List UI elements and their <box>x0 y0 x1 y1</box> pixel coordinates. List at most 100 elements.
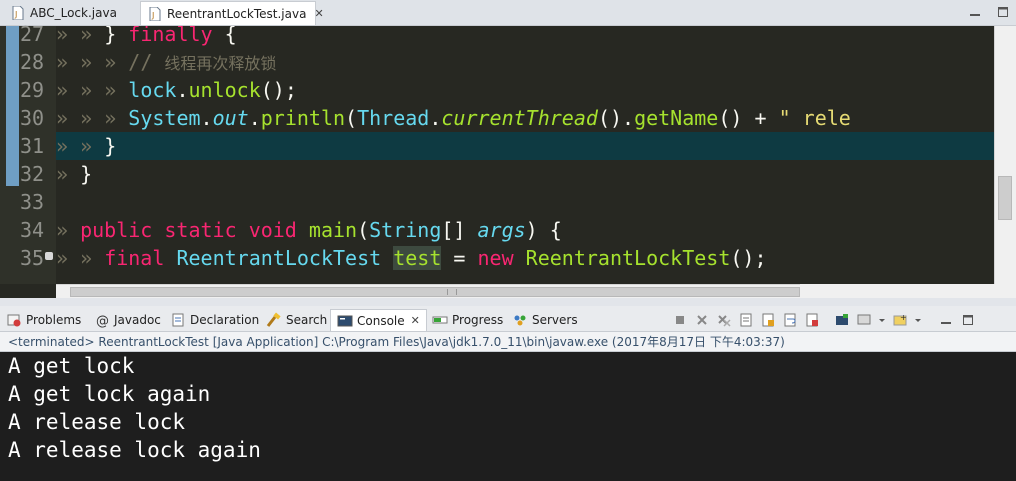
problems-icon <box>6 312 22 328</box>
close-tab-icon[interactable]: ✕ <box>411 314 420 327</box>
code-token: » <box>80 78 105 102</box>
chevron-down-icon[interactable] <box>878 312 886 328</box>
code-token: » <box>56 78 81 102</box>
code-token: » <box>104 106 129 130</box>
chevron-down-icon[interactable] <box>914 312 922 328</box>
line-number: 32 <box>20 162 45 186</box>
maximize-icon[interactable] <box>960 312 976 328</box>
code-token: . <box>200 106 213 130</box>
remove-all-terminated-icon[interactable] <box>716 312 732 328</box>
console-output[interactable]: A get lock A get lock again A release lo… <box>0 352 1016 481</box>
tab-search[interactable]: Search <box>266 309 327 331</box>
code-token: args <box>477 218 526 242</box>
tab-javadoc[interactable]: @ Javadoc <box>94 309 161 331</box>
tab-reentrant-lock-test[interactable]: J ReentrantLockTest.java ✕ <box>140 1 324 25</box>
code-token: » <box>80 106 105 130</box>
code-token: String <box>369 218 442 242</box>
code-token: » <box>56 134 81 158</box>
code-token: final <box>104 246 165 270</box>
code-token: = <box>441 246 478 270</box>
tab-label: ReentrantLockTest.java <box>167 6 307 21</box>
panel-splitter[interactable] <box>0 298 1016 306</box>
clear-console-icon[interactable] <box>738 312 754 328</box>
tab-label: Console <box>357 313 405 328</box>
code-token: ) { <box>525 218 562 242</box>
search-icon <box>266 312 282 328</box>
terminate-icon[interactable] <box>672 312 688 328</box>
minimize-icon[interactable] <box>968 4 982 18</box>
scroll-lock-icon[interactable] <box>760 312 776 328</box>
code-token: (). <box>597 106 635 130</box>
show-on-output-icon[interactable] <box>804 312 820 328</box>
code-token: void <box>248 218 297 242</box>
code-token: " rele <box>778 106 851 130</box>
code-area[interactable]: » » } finally { » » » // 线程再次释放锁 » » » l… <box>56 26 994 284</box>
code-token: new <box>477 246 514 270</box>
tab-label: Servers <box>532 313 578 327</box>
line-number: 34 <box>20 218 45 242</box>
tab-label: Declaration <box>190 313 260 327</box>
tab-problems[interactable]: Problems <box>6 309 81 331</box>
code-token: // <box>128 50 165 74</box>
tab-declaration[interactable]: Declaration <box>170 309 259 331</box>
code-token: 线程再次释放锁 <box>164 54 277 73</box>
code-token: { <box>212 26 237 46</box>
line-number: 27 <box>20 22 45 46</box>
word-wrap-icon[interactable] <box>782 312 798 328</box>
console-status: <terminated> ReentrantLockTest [Java App… <box>0 332 1016 352</box>
svg-text:J: J <box>14 10 17 19</box>
code-token: » <box>56 26 81 46</box>
code-line: » public static void main(String[] args)… <box>56 216 994 244</box>
code-token: main <box>308 218 358 242</box>
tab-servers[interactable]: Servers <box>512 309 578 331</box>
grip-icon <box>447 289 457 295</box>
code-editor[interactable]: 27 28 29 30 31 32 33 34 35 » » } finally… <box>0 22 1016 298</box>
code-line: » » final ReentrantLockTest test = new R… <box>56 244 994 272</box>
code-token: (); <box>730 246 767 270</box>
tab-progress[interactable]: Progress <box>432 309 503 331</box>
open-console-icon[interactable]: + <box>892 312 908 328</box>
code-token: » <box>56 50 81 74</box>
code-token: » <box>56 162 81 186</box>
code-line: » » » // 线程再次释放锁 <box>56 48 994 76</box>
code-token: println <box>260 106 346 130</box>
code-token: System <box>128 106 201 130</box>
code-token: out <box>212 106 249 130</box>
editor-horizontal-scrollbar[interactable] <box>56 284 800 298</box>
code-line: » } <box>56 160 994 188</box>
pin-console-icon[interactable] <box>834 312 850 328</box>
code-token: ReentrantLockTest <box>176 246 382 270</box>
servers-icon <box>512 312 528 328</box>
tab-label: Progress <box>452 313 504 327</box>
tab-label: Search <box>286 313 328 327</box>
scroll-thumb[interactable] <box>998 176 1012 220</box>
fold-toggle-icon[interactable] <box>45 252 53 260</box>
code-token: » <box>56 218 81 242</box>
java-file-icon: J <box>149 6 161 21</box>
code-line: » » » lock.unlock(); <box>56 76 994 104</box>
remove-launch-icon[interactable] <box>694 312 710 328</box>
close-tab-icon[interactable]: ✕ <box>314 7 323 20</box>
line-number-gutter: 27 28 29 30 31 32 33 34 35 <box>0 22 56 284</box>
tab-console[interactable]: Console ✕ <box>330 309 427 331</box>
editor-vertical-scrollbar[interactable] <box>994 26 1016 284</box>
scroll-thumb[interactable] <box>70 287 800 297</box>
code-token: ( <box>345 106 358 130</box>
code-token: ReentrantLockTest <box>525 246 731 270</box>
code-token: [] <box>441 218 478 242</box>
minimize-icon[interactable] <box>938 312 954 328</box>
code-line: » » } finally { <box>56 26 994 48</box>
code-token: . <box>176 78 189 102</box>
console-line: A release lock again <box>8 438 261 462</box>
declaration-icon <box>170 312 186 328</box>
java-file-icon: J <box>12 6 24 20</box>
line-number: 28 <box>20 50 45 74</box>
svg-text:@: @ <box>96 314 109 328</box>
display-console-icon[interactable] <box>856 312 872 328</box>
maximize-icon[interactable] <box>996 4 1010 18</box>
code-token: » <box>104 78 129 102</box>
